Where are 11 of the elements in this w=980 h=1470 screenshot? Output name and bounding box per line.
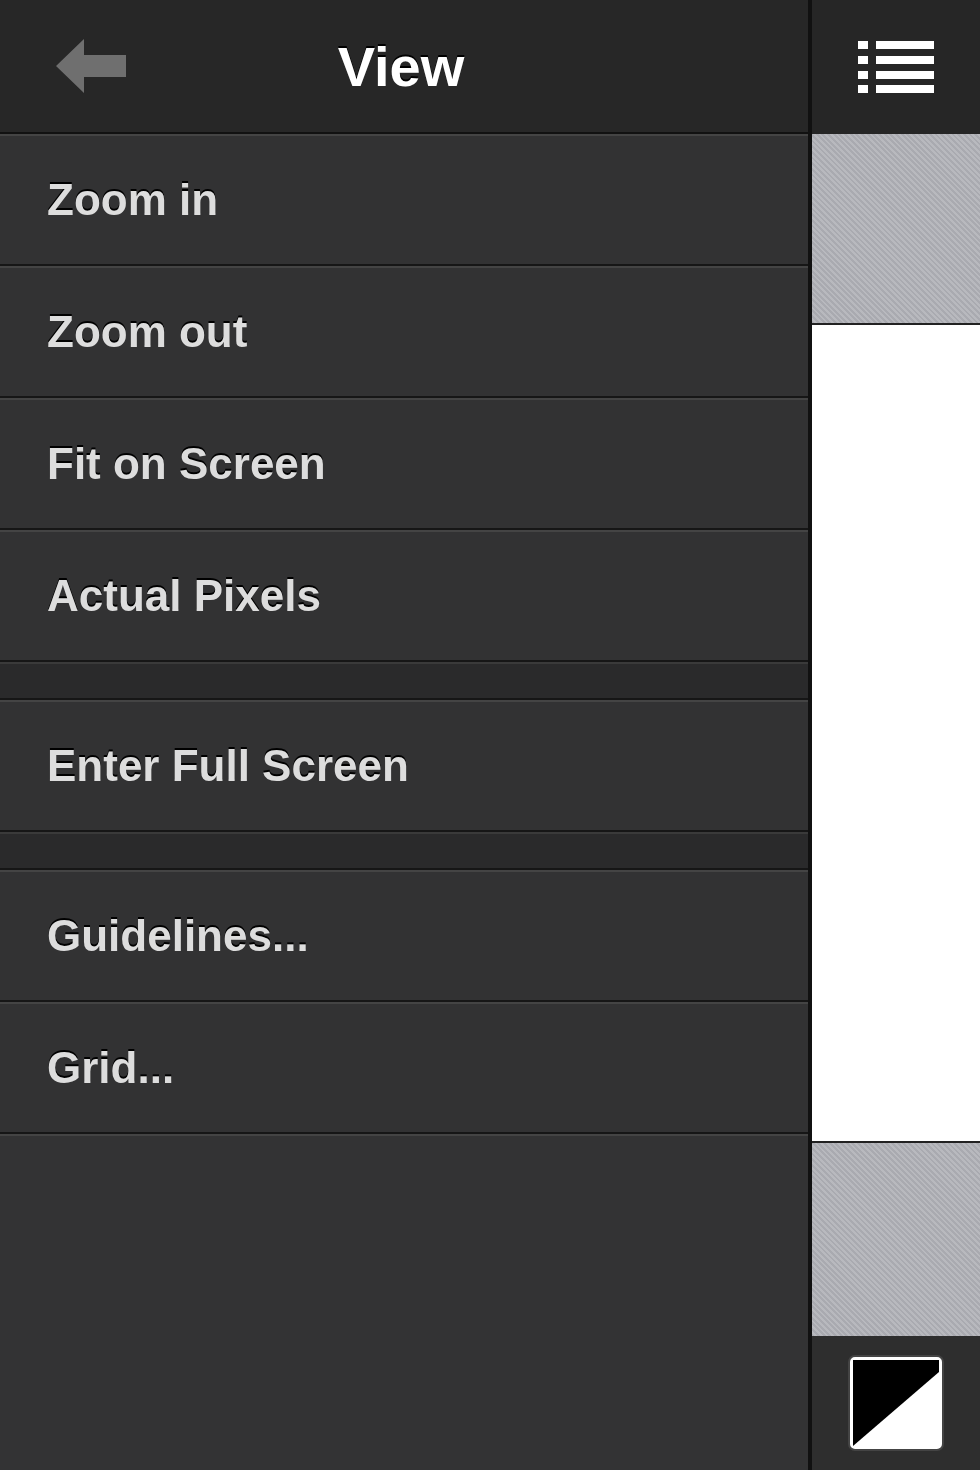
- menu-item[interactable]: Zoom out: [0, 266, 808, 398]
- menu-item[interactable]: Guidelines...: [0, 870, 808, 1002]
- menu-item[interactable]: Grid...: [0, 1002, 808, 1134]
- menu-item[interactable]: Actual Pixels: [0, 530, 808, 662]
- header-title: View: [337, 33, 466, 99]
- menu-item[interactable]: Fit on Screen: [0, 398, 808, 530]
- back-arrow-icon[interactable]: [56, 39, 126, 93]
- list-icon[interactable]: [858, 41, 934, 93]
- menu-item[interactable]: Zoom in: [0, 134, 808, 266]
- menu-item[interactable]: Enter Full Screen: [0, 700, 808, 832]
- color-swatch-icon[interactable]: [847, 1354, 945, 1452]
